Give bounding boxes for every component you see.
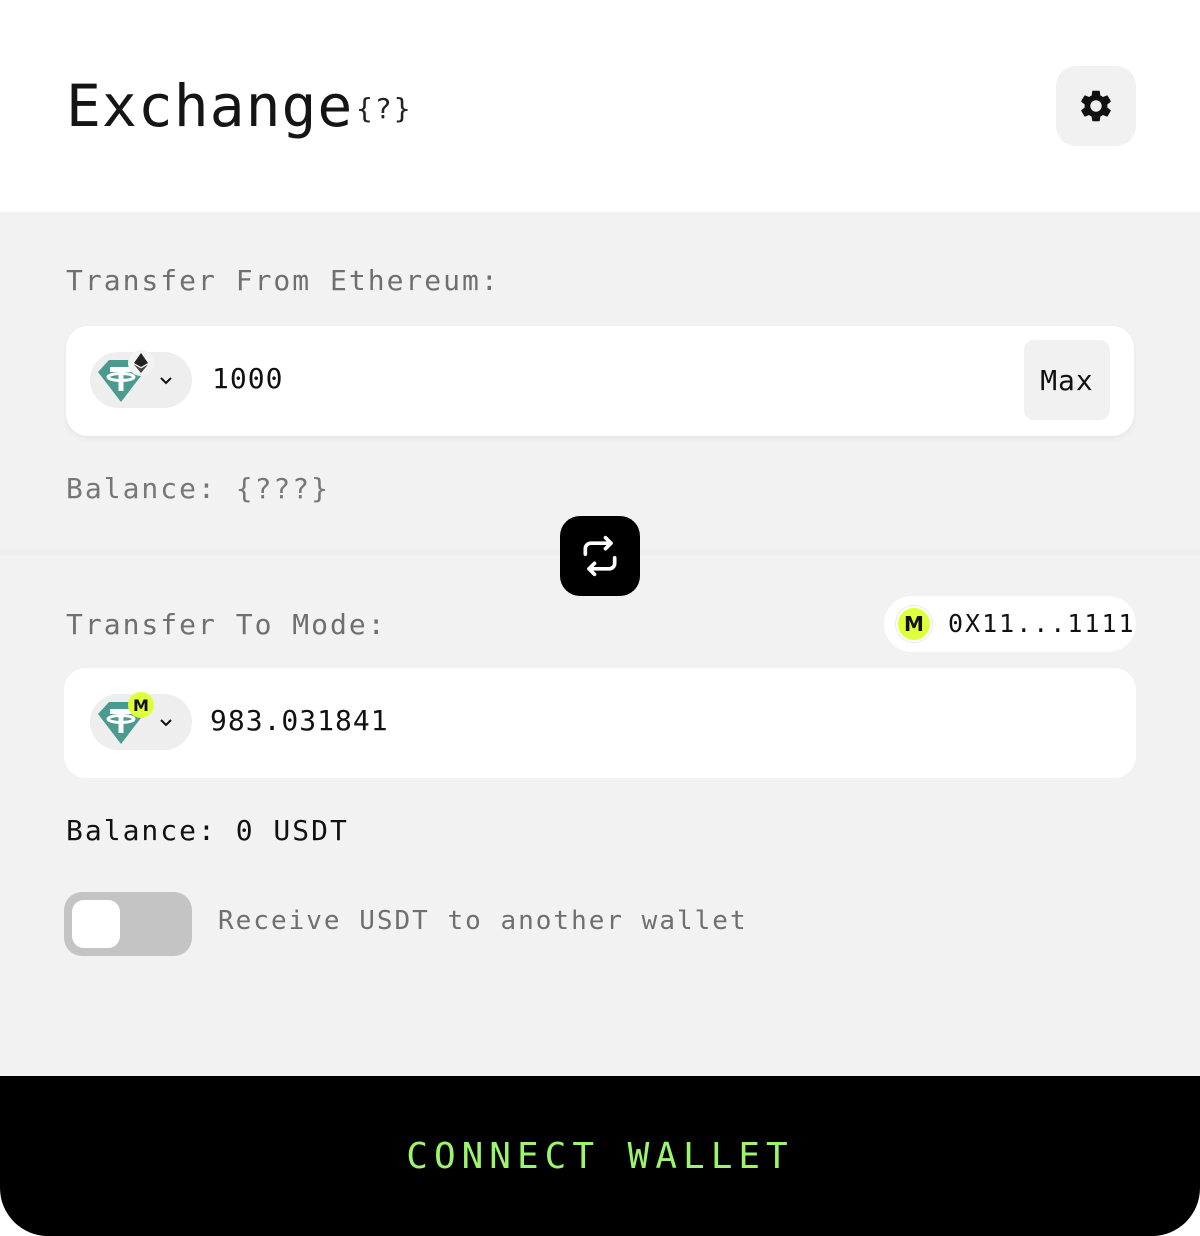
bottom-spacer: [0, 996, 1200, 1076]
receive-other-wallet-toggle[interactable]: [64, 892, 192, 956]
to-token-select[interactable]: M: [90, 692, 192, 750]
connect-wallet-label: CONNECT WALLET: [406, 1135, 794, 1177]
gear-icon: [1081, 90, 1111, 122]
to-balance: Balance: 0 USDT: [66, 814, 349, 847]
header: Exchange {?}: [0, 0, 1200, 212]
chevron-down-icon: [160, 719, 172, 727]
mode-logo-icon: M: [896, 606, 932, 642]
from-token-select[interactable]: [90, 350, 192, 408]
help-hint[interactable]: {?}: [356, 92, 413, 125]
connect-wallet-button[interactable]: CONNECT WALLET: [0, 1076, 1200, 1236]
to-input-box: M: [64, 668, 1136, 778]
swap-arrows-icon: [583, 535, 617, 577]
to-label: Transfer To Mode:: [66, 608, 387, 641]
from-balance: Balance: {???}: [66, 472, 331, 505]
max-button[interactable]: Max: [1024, 340, 1110, 420]
wallet-address: 0X11...1111: [948, 609, 1136, 638]
from-input-box: Max: [66, 326, 1134, 436]
from-label: Transfer From Ethereum:: [66, 264, 500, 297]
to-amount-input[interactable]: [210, 704, 910, 737]
exchange-card: Exchange {?} Transfer From Ethereum: 100…: [0, 0, 1200, 1236]
from-amount-input[interactable]: [212, 362, 912, 395]
ethereum-badge: [128, 350, 154, 376]
toggle-knob: [72, 900, 120, 948]
wallet-address-pill[interactable]: M 0X11...1111: [884, 596, 1136, 652]
settings-button[interactable]: [1056, 66, 1136, 146]
swap-direction-button[interactable]: [560, 516, 640, 596]
mode-network-badge: M: [128, 692, 154, 718]
page-title: Exchange: [66, 72, 354, 140]
ethereum-icon: [134, 353, 148, 373]
toggle-label: Receive USDT to another wallet: [218, 906, 748, 936]
from-section: Transfer From Ethereum: 1000 Max Balance…: [0, 212, 1200, 556]
chevron-down-icon: [160, 377, 172, 385]
